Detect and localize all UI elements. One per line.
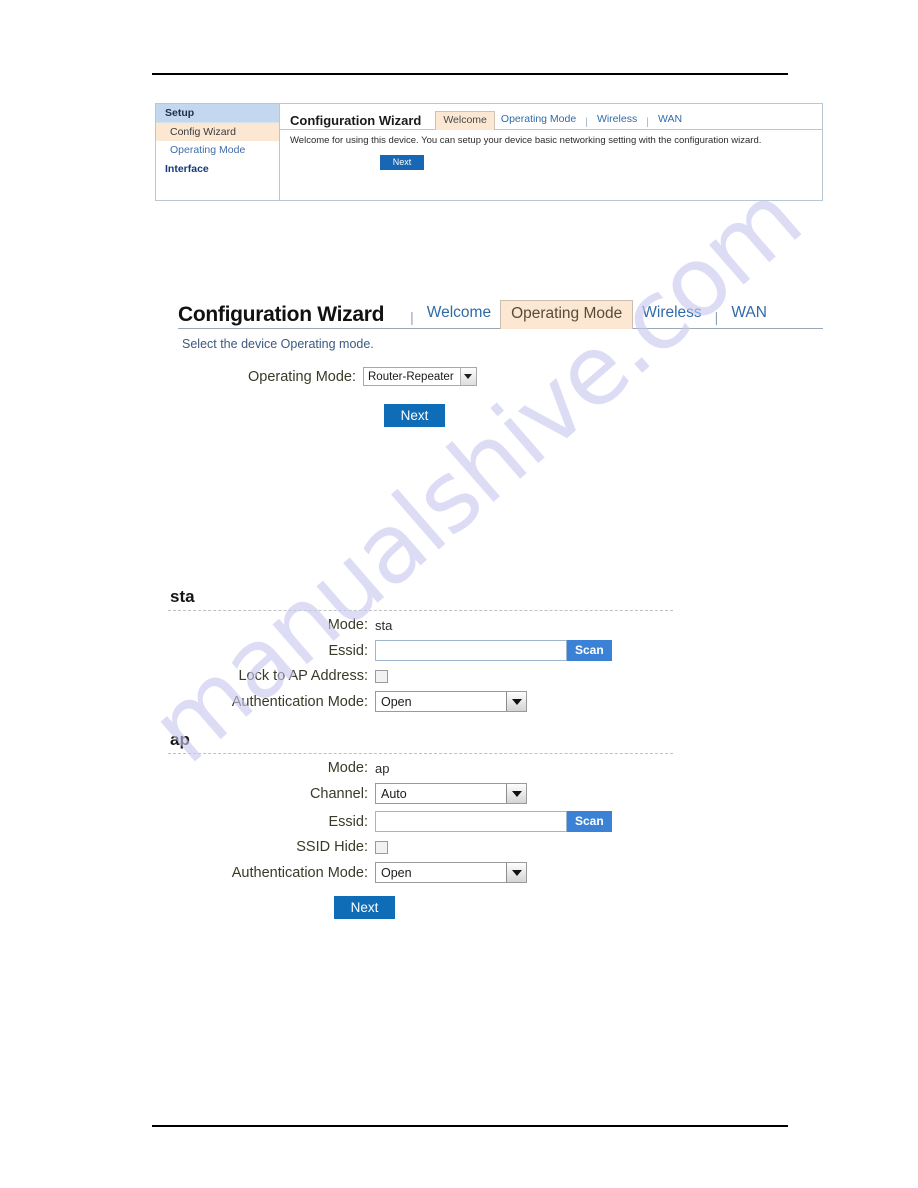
operating-mode-page: Configuration Wizard | Welcome Operating… — [178, 298, 823, 427]
ap-channel-value: Auto — [381, 787, 407, 801]
sta-mode-label: Mode: — [327, 617, 368, 633]
sidebar-item-label: Operating Mode — [170, 144, 246, 156]
chevron-down-icon[interactable] — [506, 692, 526, 711]
operating-mode-select[interactable]: Router-Repeater — [363, 367, 477, 386]
wizard-tabs: | Welcome Operating Mode Wireless | WAN — [406, 298, 776, 329]
sta-essid-label: Essid: — [328, 642, 369, 659]
ap-essid-label: Essid: — [328, 813, 369, 830]
ap-scan-button[interactable]: Scan — [567, 811, 612, 832]
section-heading-sta: sta — [170, 587, 195, 606]
wireless-settings-page: sta Mode: sta Essid: Scan Lock to AP Add… — [168, 586, 698, 919]
sta-auth-mode-value: Open — [381, 695, 412, 709]
sta-auth-mode-label: Authentication Mode: — [231, 693, 368, 710]
panel-main-content: Configuration Wizard Welcome Operating M… — [280, 104, 822, 200]
page-title: Configuration Wizard — [290, 113, 422, 128]
next-button-container: Next — [280, 147, 822, 170]
ap-auth-mode-select[interactable]: Open — [375, 862, 527, 883]
section-divider — [168, 610, 673, 611]
ap-channel-label: Channel: — [309, 785, 368, 802]
ap-auth-mode-row: Authentication Mode: Open — [168, 862, 698, 883]
page-title: Configuration Wizard — [178, 303, 385, 326]
ap-ssid-hide-label: SSID Hide: — [296, 839, 368, 855]
tab-operating-mode[interactable]: Operating Mode — [495, 111, 582, 129]
sidebar-navigation: Setup Config Wizard Operating Mode Inter… — [156, 104, 280, 200]
ap-ssid-hide-row: SSID Hide: — [168, 839, 698, 855]
chevron-down-icon[interactable] — [459, 368, 476, 385]
ap-essid-control: Scan — [375, 811, 612, 832]
sidebar-item-label: Config Wizard — [170, 126, 236, 138]
ap-auth-mode-value: Open — [381, 866, 412, 880]
tab-wireless[interactable]: Wireless — [591, 111, 643, 129]
page-bottom-rule — [152, 1125, 788, 1127]
chevron-down-icon[interactable] — [506, 863, 526, 882]
tab-separator: | — [646, 116, 649, 128]
wizard-description: Welcome for using this device. You can s… — [290, 135, 762, 146]
sta-mode-value: sta — [375, 617, 393, 633]
section-heading-ap: ap — [170, 730, 190, 749]
ap-essid-input[interactable] — [375, 811, 567, 832]
ap-ssid-hide-checkbox[interactable] — [375, 840, 388, 854]
sidebar-group-setup: Setup — [156, 104, 279, 123]
operating-mode-row: Operating Mode: Router-Repeater — [232, 367, 823, 386]
wizard-tabs: Welcome Operating Mode | Wireless | WAN — [435, 110, 688, 130]
ap-channel-select[interactable]: Auto — [375, 783, 527, 804]
ap-mode-value: ap — [375, 760, 390, 776]
sta-auth-mode-row: Authentication Mode: Open — [168, 691, 698, 712]
sta-lock-ap-row: Lock to AP Address: — [168, 668, 698, 684]
next-button-container: Next — [168, 896, 698, 919]
next-button-container: Next — [232, 404, 823, 427]
sta-essid-row: Essid: Scan — [168, 640, 698, 661]
tab-separator: | — [410, 309, 414, 325]
tab-separator: | — [585, 116, 588, 128]
sta-essid-input[interactable] — [375, 640, 567, 661]
chevron-down-icon[interactable] — [506, 784, 526, 803]
operating-mode-label: Operating Mode: — [247, 368, 356, 385]
panel-header-row: Configuration Wizard Welcome Operating M… — [280, 104, 822, 130]
sta-auth-mode-select[interactable]: Open — [375, 691, 527, 712]
ap-mode-row: Mode: ap — [168, 760, 698, 776]
next-button[interactable]: Next — [334, 896, 395, 919]
section-divider — [168, 753, 673, 754]
section-ap: ap Mode: ap Channel: Auto Essid: Scan SS… — [168, 729, 698, 919]
ap-channel-row: Channel: Auto — [168, 783, 698, 804]
tab-wan[interactable]: WAN — [722, 300, 776, 327]
sidebar-group-interface[interactable]: Interface — [156, 159, 279, 178]
next-button[interactable]: Next — [384, 404, 445, 427]
tab-wireless[interactable]: Wireless — [633, 300, 710, 327]
sidebar-item-operating-mode[interactable]: Operating Mode — [156, 141, 279, 159]
ap-essid-row: Essid: Scan — [168, 811, 698, 832]
page-top-rule — [152, 73, 788, 75]
tab-welcome[interactable]: Welcome — [435, 111, 495, 130]
page-description: Select the device Operating mode. — [182, 337, 374, 351]
sidebar-item-config-wizard[interactable]: Config Wizard — [156, 123, 279, 141]
sta-scan-button[interactable]: Scan — [567, 640, 612, 661]
ap-auth-mode-label: Authentication Mode: — [231, 864, 368, 881]
ap-mode-label: Mode: — [327, 760, 368, 776]
tab-wan[interactable]: WAN — [652, 111, 688, 129]
page-header-row: Configuration Wizard | Welcome Operating… — [178, 298, 823, 329]
tab-separator: | — [714, 309, 719, 325]
sta-lock-ap-checkbox[interactable] — [375, 669, 388, 683]
sta-essid-control: Scan — [375, 640, 612, 661]
section-sta: sta Mode: sta Essid: Scan Lock to AP Add… — [168, 586, 698, 712]
config-wizard-welcome-panel: Setup Config Wizard Operating Mode Inter… — [155, 103, 823, 201]
operating-mode-form: Operating Mode: Router-Repeater Next — [178, 367, 823, 427]
tab-welcome[interactable]: Welcome — [418, 300, 500, 327]
operating-mode-value: Router-Repeater — [368, 371, 454, 383]
sta-lock-ap-label: Lock to AP Address: — [238, 668, 368, 684]
sta-mode-row: Mode: sta — [168, 617, 698, 633]
next-button[interactable]: Next — [380, 155, 424, 170]
tab-operating-mode[interactable]: Operating Mode — [500, 300, 634, 329]
